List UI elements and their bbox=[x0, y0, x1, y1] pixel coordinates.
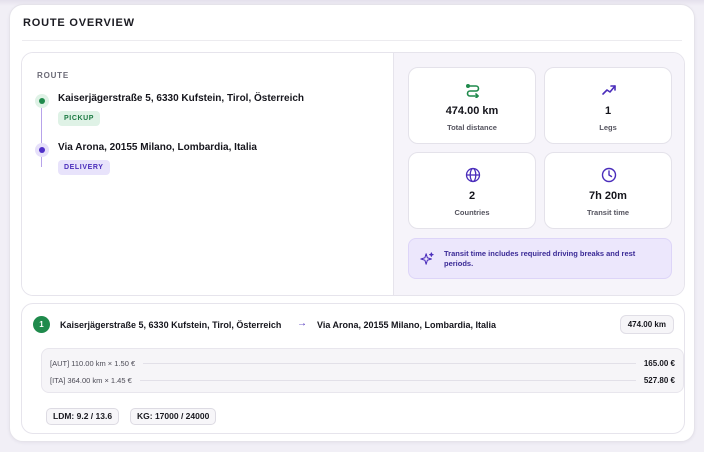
pickup-badge: PICKUP bbox=[58, 111, 101, 126]
kg-chip: KG: 17000 / 24000 bbox=[130, 408, 217, 425]
cost-description: [AUT] 110.00 km × 1.50 € bbox=[50, 358, 136, 368]
cost-row: [AUT] 110.00 km × 1.50 € 165.00 € bbox=[50, 357, 675, 369]
note-text: Transit time includes required driving b… bbox=[444, 249, 636, 268]
delivery-dot-icon bbox=[35, 143, 49, 157]
title-divider bbox=[22, 40, 682, 41]
page-title: ROUTE OVERVIEW bbox=[23, 17, 135, 29]
stat-label: Legs bbox=[599, 123, 617, 132]
globe-icon bbox=[465, 167, 481, 183]
overview-panel: ROUTE Kaiserjägerstraße 5, 6330 Kufstein… bbox=[21, 52, 685, 296]
delivery-badge: DELIVERY bbox=[58, 160, 110, 175]
clock-icon bbox=[601, 167, 617, 183]
stat-legs: 1 Legs bbox=[544, 67, 672, 144]
stat-label: Total distance bbox=[447, 123, 497, 132]
cost-description: [ITA] 364.00 km × 1.45 € bbox=[50, 375, 132, 385]
stat-value: 2 bbox=[468, 190, 476, 202]
leg-number: 1 bbox=[33, 316, 50, 333]
cost-divider bbox=[139, 379, 636, 381]
route-label: ROUTE bbox=[37, 71, 69, 80]
transit-note: Transit time includes required driving b… bbox=[408, 238, 672, 279]
delivery-address: Via Arona, 20155 Milano, Lombardia, Ital… bbox=[58, 142, 257, 153]
stat-transit-time: 7h 20m Transit time bbox=[544, 152, 672, 229]
sparkle-icon bbox=[420, 252, 434, 265]
cost-row: [ITA] 364.00 km × 1.45 € 527.80 € bbox=[50, 374, 675, 386]
stat-total-distance: 474.00 km Total distance bbox=[408, 67, 536, 144]
cost-divider bbox=[143, 362, 636, 364]
cost-amount: 527.80 € bbox=[643, 375, 675, 385]
ldm-chip: LDM: 9.2 / 13.6 bbox=[46, 408, 120, 425]
stat-value: 474.00 km bbox=[445, 105, 499, 117]
pickup-dot-icon bbox=[35, 94, 49, 108]
cost-breakdown: [AUT] 110.00 km × 1.50 € 165.00 € [ITA] … bbox=[41, 348, 684, 393]
route-icon bbox=[465, 83, 480, 98]
stat-countries: 2 Countries bbox=[408, 152, 536, 229]
stat-label: Transit time bbox=[586, 208, 630, 217]
stat-value: 1 bbox=[604, 105, 612, 117]
route-column: ROUTE Kaiserjägerstraße 5, 6330 Kufstein… bbox=[22, 53, 393, 295]
leg-from-address: Kaiserjägerstraße 5, 6330 Kufstein, Tiro… bbox=[60, 320, 282, 330]
leg-to-address: Via Arona, 20155 Milano, Lombardia, Ital… bbox=[317, 320, 497, 330]
arrow-right-icon: → bbox=[297, 318, 307, 329]
leg-distance-badge: 474.00 km bbox=[619, 315, 674, 334]
route-overview-card: ROUTE OVERVIEW ROUTE Kaiserjägerstraße 5… bbox=[9, 4, 695, 442]
stats-column: 474.00 km Total distance 1 Legs 2 Countr… bbox=[393, 53, 684, 295]
stat-label: Countries bbox=[454, 208, 490, 217]
trend-up-icon bbox=[602, 85, 616, 95]
stat-value: 7h 20m bbox=[589, 190, 627, 202]
pickup-address: Kaiserjägerstraße 5, 6330 Kufstein, Tiro… bbox=[58, 93, 305, 104]
leg-card: 1 Kaiserjägerstraße 5, 6330 Kufstein, Ti… bbox=[21, 303, 685, 434]
timeline-connector bbox=[41, 101, 42, 167]
cost-amount: 165.00 € bbox=[643, 358, 675, 368]
